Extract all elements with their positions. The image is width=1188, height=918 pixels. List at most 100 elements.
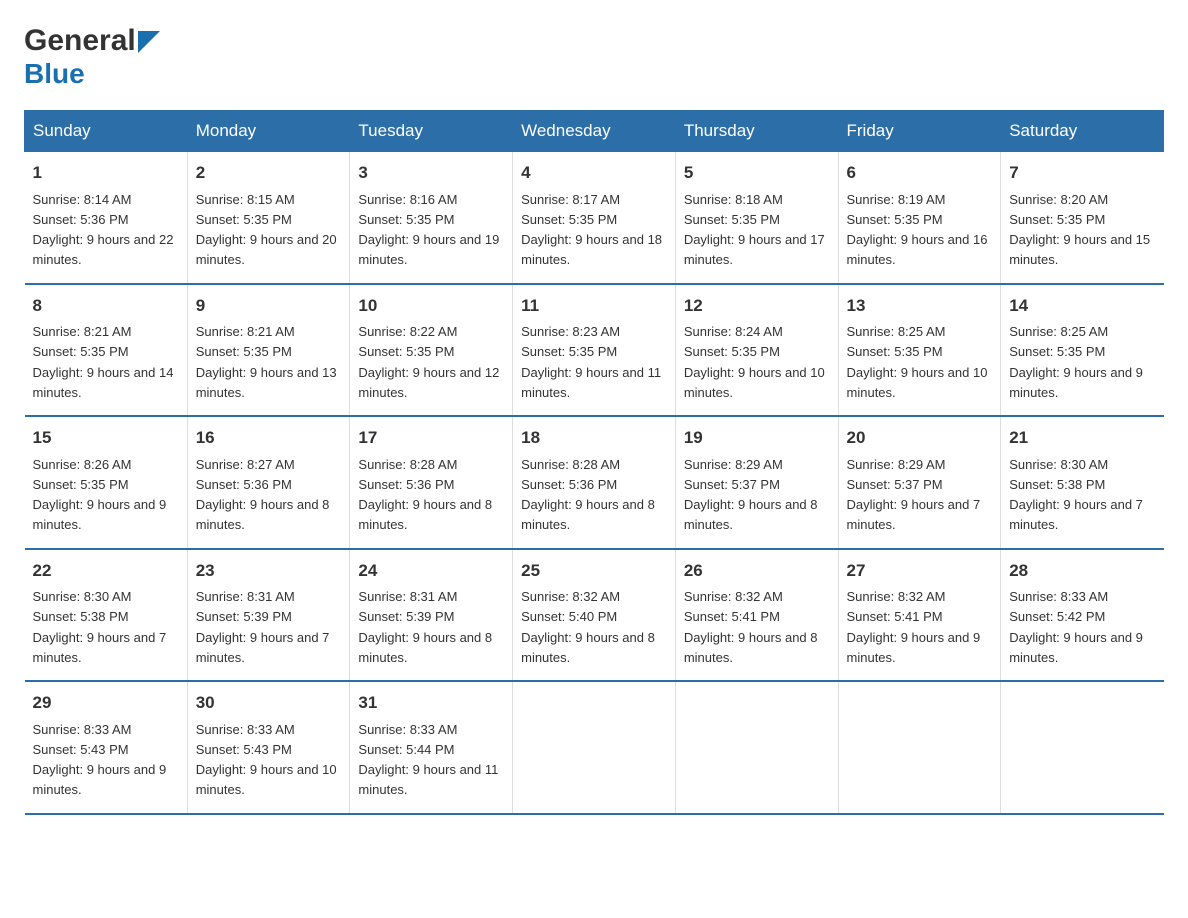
calendar-header-friday: Friday [838,111,1001,152]
calendar-cell: 14 Sunrise: 8:25 AMSunset: 5:35 PMDayligh… [1001,284,1164,417]
day-info: Sunrise: 8:33 AMSunset: 5:44 PMDaylight:… [358,722,498,798]
day-info: Sunrise: 8:27 AMSunset: 5:36 PMDaylight:… [196,457,330,533]
calendar-cell: 19 Sunrise: 8:29 AMSunset: 5:37 PMDayligh… [675,416,838,549]
day-number: 29 [33,690,179,716]
day-info: Sunrise: 8:32 AMSunset: 5:41 PMDaylight:… [684,589,818,665]
calendar-header-saturday: Saturday [1001,111,1164,152]
day-number: 8 [33,293,179,319]
calendar-cell: 3Sunrise: 8:16 AMSunset: 5:35 PMDaylight… [350,152,513,284]
day-info: Sunrise: 8:23 AMSunset: 5:35 PMDaylight:… [521,324,661,400]
day-number: 15 [33,425,179,451]
calendar-table: SundayMondayTuesdayWednesdayThursdayFrid… [24,110,1164,815]
calendar-cell: 15 Sunrise: 8:26 AMSunset: 5:35 PMDayligh… [25,416,188,549]
calendar-cell [838,681,1001,814]
day-info: Sunrise: 8:33 AMSunset: 5:43 PMDaylight:… [196,722,337,798]
day-number: 16 [196,425,342,451]
day-number: 12 [684,293,830,319]
day-info: Sunrise: 8:30 AMSunset: 5:38 PMDaylight:… [33,589,167,665]
calendar-cell [513,681,676,814]
logo: General Blue [24,24,160,90]
day-number: 7 [1009,160,1155,186]
calendar-cell [1001,681,1164,814]
day-info: Sunrise: 8:33 AMSunset: 5:43 PMDaylight:… [33,722,167,798]
calendar-cell: 22Sunrise: 8:30 AMSunset: 5:38 PMDayligh… [25,549,188,682]
day-number: 14 [1009,293,1155,319]
day-info: Sunrise: 8:25 AMSunset: 5:35 PMDaylight:… [1009,324,1143,400]
day-info: Sunrise: 8:29 AMSunset: 5:37 PMDaylight:… [684,457,818,533]
calendar-week-row: 22Sunrise: 8:30 AMSunset: 5:38 PMDayligh… [25,549,1164,682]
calendar-cell: 10Sunrise: 8:22 AMSunset: 5:35 PMDayligh… [350,284,513,417]
day-number: 2 [196,160,342,186]
calendar-cell: 21 Sunrise: 8:30 AMSunset: 5:38 PMDayligh… [1001,416,1164,549]
day-number: 18 [521,425,667,451]
day-number: 20 [847,425,993,451]
day-info: Sunrise: 8:16 AMSunset: 5:35 PMDaylight:… [358,192,499,268]
calendar-cell: 29 Sunrise: 8:33 AMSunset: 5:43 PMDayligh… [25,681,188,814]
day-info: Sunrise: 8:32 AMSunset: 5:40 PMDaylight:… [521,589,655,665]
day-info: Sunrise: 8:30 AMSunset: 5:38 PMDaylight:… [1009,457,1143,533]
day-info: Sunrise: 8:14 AMSunset: 5:36 PMDaylight:… [33,192,174,268]
day-info: Sunrise: 8:28 AMSunset: 5:36 PMDaylight:… [358,457,492,533]
calendar-header-sunday: Sunday [25,111,188,152]
calendar-cell: 26 Sunrise: 8:32 AMSunset: 5:41 PMDayligh… [675,549,838,682]
calendar-cell: 23 Sunrise: 8:31 AMSunset: 5:39 PMDayligh… [187,549,350,682]
calendar-header-row: SundayMondayTuesdayWednesdayThursdayFrid… [25,111,1164,152]
day-info: Sunrise: 8:29 AMSunset: 5:37 PMDaylight:… [847,457,981,533]
day-number: 25 [521,558,667,584]
calendar-cell: 1 Sunrise: 8:14 AMSunset: 5:36 PMDaylight… [25,152,188,284]
calendar-cell: 17Sunrise: 8:28 AMSunset: 5:36 PMDayligh… [350,416,513,549]
calendar-cell: 30 Sunrise: 8:33 AMSunset: 5:43 PMDayligh… [187,681,350,814]
calendar-header-tuesday: Tuesday [350,111,513,152]
day-info: Sunrise: 8:31 AMSunset: 5:39 PMDaylight:… [196,589,330,665]
day-info: Sunrise: 8:20 AMSunset: 5:35 PMDaylight:… [1009,192,1150,268]
calendar-cell: 6 Sunrise: 8:19 AMSunset: 5:35 PMDaylight… [838,152,1001,284]
day-number: 26 [684,558,830,584]
calendar-cell: 18 Sunrise: 8:28 AMSunset: 5:36 PMDayligh… [513,416,676,549]
calendar-cell: 24Sunrise: 8:31 AMSunset: 5:39 PMDayligh… [350,549,513,682]
day-number: 28 [1009,558,1155,584]
day-info: Sunrise: 8:22 AMSunset: 5:35 PMDaylight:… [358,324,499,400]
calendar-cell: 27Sunrise: 8:32 AMSunset: 5:41 PMDayligh… [838,549,1001,682]
calendar-cell: 7 Sunrise: 8:20 AMSunset: 5:35 PMDaylight… [1001,152,1164,284]
day-number: 23 [196,558,342,584]
day-number: 21 [1009,425,1155,451]
day-info: Sunrise: 8:15 AMSunset: 5:35 PMDaylight:… [196,192,337,268]
day-info: Sunrise: 8:24 AMSunset: 5:35 PMDaylight:… [684,324,825,400]
calendar-cell: 4 Sunrise: 8:17 AMSunset: 5:35 PMDaylight… [513,152,676,284]
day-info: Sunrise: 8:25 AMSunset: 5:35 PMDaylight:… [847,324,988,400]
day-number: 13 [847,293,993,319]
day-number: 19 [684,425,830,451]
day-info: Sunrise: 8:18 AMSunset: 5:35 PMDaylight:… [684,192,825,268]
day-info: Sunrise: 8:26 AMSunset: 5:35 PMDaylight:… [33,457,167,533]
calendar-week-row: 1 Sunrise: 8:14 AMSunset: 5:36 PMDaylight… [25,152,1164,284]
day-info: Sunrise: 8:17 AMSunset: 5:35 PMDaylight:… [521,192,662,268]
day-number: 31 [358,690,504,716]
day-number: 1 [33,160,179,186]
day-number: 4 [521,160,667,186]
day-info: Sunrise: 8:21 AMSunset: 5:35 PMDaylight:… [196,324,337,400]
calendar-cell: 8 Sunrise: 8:21 AMSunset: 5:35 PMDaylight… [25,284,188,417]
day-info: Sunrise: 8:28 AMSunset: 5:36 PMDaylight:… [521,457,655,533]
calendar-header-thursday: Thursday [675,111,838,152]
calendar-cell: 20 Sunrise: 8:29 AMSunset: 5:37 PMDayligh… [838,416,1001,549]
calendar-cell: 28Sunrise: 8:33 AMSunset: 5:42 PMDayligh… [1001,549,1164,682]
calendar-week-row: 8 Sunrise: 8:21 AMSunset: 5:35 PMDaylight… [25,284,1164,417]
calendar-cell: 5Sunrise: 8:18 AMSunset: 5:35 PMDaylight… [675,152,838,284]
day-number: 6 [847,160,993,186]
calendar-cell [675,681,838,814]
day-number: 11 [521,293,667,319]
day-info: Sunrise: 8:21 AMSunset: 5:35 PMDaylight:… [33,324,174,400]
calendar-cell: 11 Sunrise: 8:23 AMSunset: 5:35 PMDayligh… [513,284,676,417]
logo-triangle-icon [138,31,160,53]
day-number: 30 [196,690,342,716]
calendar-cell: 31 Sunrise: 8:33 AMSunset: 5:44 PMDayligh… [350,681,513,814]
day-info: Sunrise: 8:32 AMSunset: 5:41 PMDaylight:… [847,589,981,665]
calendar-cell: 9 Sunrise: 8:21 AMSunset: 5:35 PMDaylight… [187,284,350,417]
day-number: 9 [196,293,342,319]
calendar-cell: 25 Sunrise: 8:32 AMSunset: 5:40 PMDayligh… [513,549,676,682]
calendar-cell: 16 Sunrise: 8:27 AMSunset: 5:36 PMDayligh… [187,416,350,549]
calendar-cell: 12 Sunrise: 8:24 AMSunset: 5:35 PMDayligh… [675,284,838,417]
day-info: Sunrise: 8:19 AMSunset: 5:35 PMDaylight:… [847,192,988,268]
logo-blue-text: Blue [24,58,85,90]
page-header: General Blue [24,24,1164,90]
